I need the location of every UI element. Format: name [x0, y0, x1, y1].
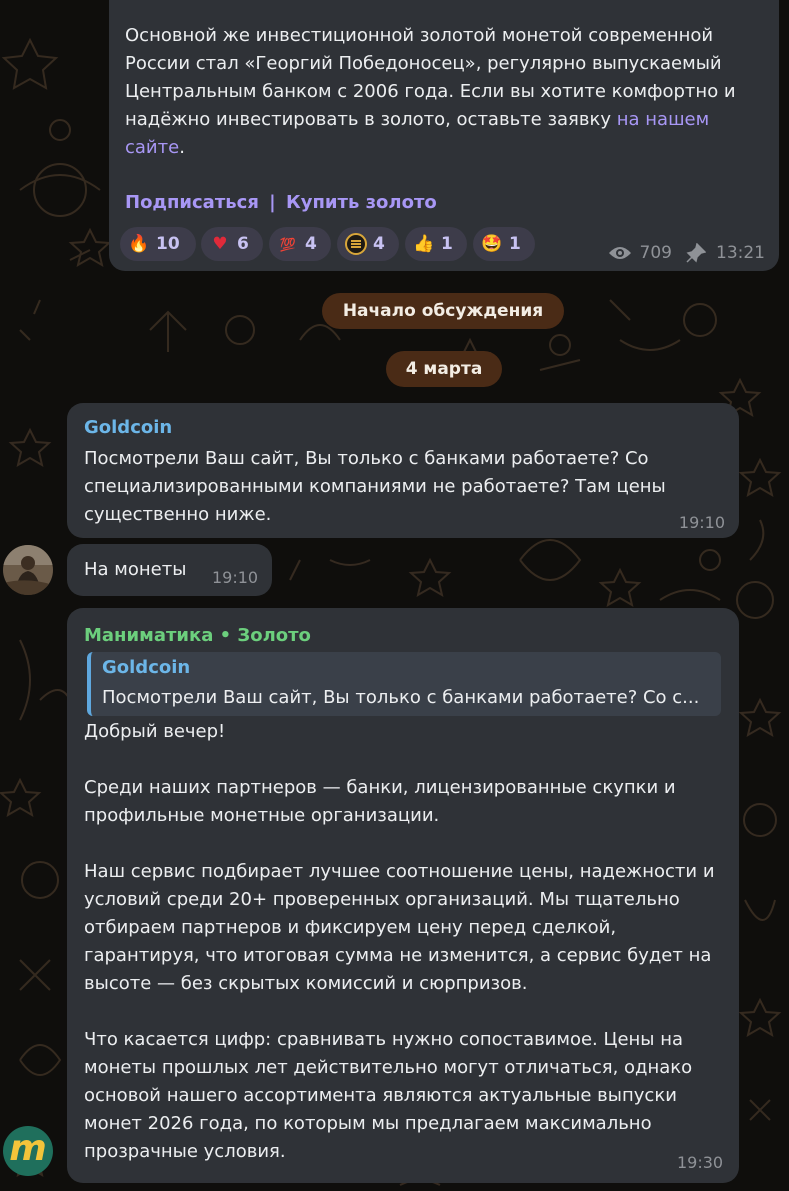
- post-links: Подписаться | Купить золото: [125, 192, 437, 213]
- pin-icon: [686, 243, 706, 263]
- heart-emoji-icon: ♥: [212, 234, 228, 254]
- message-time: 19:10: [678, 513, 725, 532]
- user-avatar[interactable]: [3, 545, 53, 595]
- subscribe-link[interactable]: Подписаться: [125, 192, 259, 213]
- message-text: Посмотрели Ваш сайт, Вы только с банками…: [84, 448, 666, 525]
- eye-icon: [608, 247, 631, 259]
- message-author[interactable]: Маниматика • Золото: [84, 625, 311, 646]
- message-paragraph: Добрый вечер!: [84, 721, 226, 742]
- reaction-count: 6: [237, 234, 249, 254]
- reply-quote[interactable]: Goldcoin Посмотрели Ваш сайт, Вы только …: [87, 652, 721, 716]
- message-short: На монеты 19:10: [67, 544, 272, 596]
- gold-logo-emoji-icon: [345, 233, 367, 255]
- thumbs-up-emoji-icon: 👍: [413, 234, 435, 254]
- reaction-heart[interactable]: ♥ 6: [201, 227, 263, 261]
- post-body-end: .: [179, 137, 185, 158]
- channel-post: Основной же инвестиционной золотой монет…: [109, 0, 779, 271]
- reply-author: Goldcoin: [102, 657, 191, 678]
- reaction-fire[interactable]: 🔥 10: [120, 227, 196, 261]
- reaction-star-struck[interactable]: 🤩 1: [473, 227, 535, 261]
- date-separator: 4 марта: [386, 351, 502, 387]
- discussion-start-label: Начало обсуждения: [322, 293, 564, 329]
- reply-snippet: Посмотрели Ваш сайт, Вы только с банками…: [102, 687, 700, 708]
- message-goldcoin: Goldcoin Посмотрели Ваш сайт, Вы только …: [67, 403, 739, 538]
- star-struck-emoji-icon: 🤩: [481, 234, 503, 254]
- message-time: 19:10: [212, 568, 259, 587]
- message-time: 19:30: [677, 1153, 724, 1172]
- reaction-count: 1: [509, 234, 521, 254]
- message-author[interactable]: Goldcoin: [84, 417, 172, 438]
- reaction-hundred[interactable]: 💯 4: [269, 227, 331, 261]
- post-views: 709: [639, 243, 672, 263]
- post-text: Основной же инвестиционной золотой монет…: [125, 22, 761, 162]
- reaction-count: 4: [305, 234, 317, 254]
- message-paragraph: Наш сервис подбирает лучшее соотношение …: [84, 861, 715, 994]
- reaction-thumbs-up[interactable]: 👍 1: [405, 227, 467, 261]
- channel-avatar[interactable]: m: [3, 1126, 53, 1176]
- post-time: 13:21: [716, 243, 765, 263]
- reaction-gold-logo[interactable]: 4: [337, 227, 399, 261]
- channel-avatar-letter: m: [9, 1128, 47, 1169]
- message-paragraph: Среди наших партнеров — банки, лицензиро…: [84, 777, 676, 826]
- hundred-emoji-icon: 💯: [279, 238, 297, 253]
- fire-emoji-icon: 🔥: [128, 234, 150, 254]
- reaction-count: 4: [373, 234, 385, 254]
- buy-gold-link[interactable]: Купить золото: [286, 192, 437, 213]
- message-text: На монеты: [84, 559, 187, 580]
- reaction-count: 10: [156, 234, 180, 254]
- post-meta: 709 13:21: [608, 243, 765, 263]
- message-paragraph: Что касается цифр: сравнивать нужно сопо…: [84, 1029, 693, 1162]
- links-separator: |: [269, 192, 276, 213]
- reaction-count: 1: [441, 234, 453, 254]
